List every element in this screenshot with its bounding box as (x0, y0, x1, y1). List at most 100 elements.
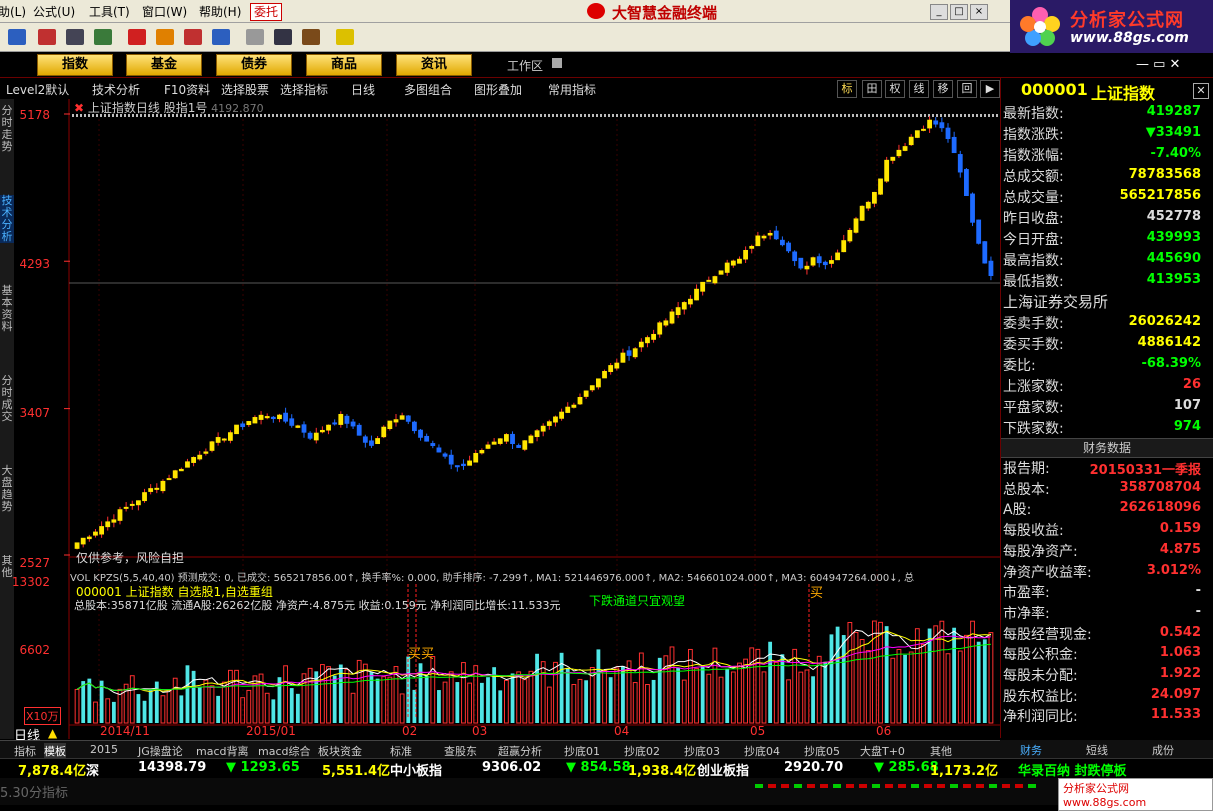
indicator-tab[interactable]: 指标 (14, 743, 36, 759)
indicator-tab[interactable]: 超赢分析 (498, 743, 542, 759)
vtab-market-trend[interactable]: 大盘趋势 (0, 465, 14, 513)
kline-chart[interactable]: ✖ 上证指数日线 股指1号 4192.870 5178 4293 3407 25… (12, 99, 1000, 744)
chart-svg (14, 99, 1000, 739)
ticker-item: 中小板指 (390, 764, 443, 779)
tool-icon[interactable] (94, 29, 112, 45)
trade-icon[interactable] (212, 29, 230, 45)
indicator-tab[interactable]: 抄底03 (684, 743, 720, 759)
indicator-tab[interactable]: 其他 (930, 743, 952, 759)
candle-body (350, 421, 356, 427)
candle-body (473, 452, 479, 463)
indicator-tab[interactable]: macd背离 (196, 743, 249, 759)
restore-icon[interactable]: □ (950, 4, 968, 20)
indicator-tab[interactable]: 抄底02 (624, 743, 660, 759)
header-dot (816, 114, 818, 117)
grid-button[interactable]: 田 (862, 80, 882, 98)
back-button[interactable]: 回 (957, 80, 977, 98)
candle-body (779, 239, 785, 246)
minimize-icon[interactable]: _ (930, 4, 948, 20)
indicator-tab[interactable]: 抄底05 (804, 743, 840, 759)
help-pointer-icon[interactable] (336, 29, 354, 45)
right-panel-tabs: 财务 短线 成份 (1000, 740, 1213, 758)
move-button[interactable]: 移 (933, 80, 953, 98)
indicator-tab[interactable]: 大盘T+0 (860, 743, 905, 759)
mark-button[interactable]: 标 (837, 80, 857, 98)
overlay-menu[interactable]: 图形叠加 (474, 81, 522, 98)
candle-body (338, 413, 344, 425)
rtab-components[interactable]: 成份 (1152, 742, 1174, 758)
candle-body (99, 526, 105, 535)
volume-bar (179, 695, 184, 723)
menu-item-formula[interactable]: 公式(U) (33, 3, 75, 20)
header-dot (692, 114, 694, 117)
print-icon[interactable] (246, 29, 264, 45)
tab-index[interactable]: 指数 (37, 54, 113, 76)
ticker-item: 创业板指 (697, 764, 750, 779)
indicator-tab[interactable]: macd综合 (258, 743, 311, 759)
select-indicator-menu[interactable]: 选择指标 (280, 81, 328, 98)
indicator-tab[interactable]: 2015 (90, 743, 118, 756)
level2-default-menu[interactable]: Level2默认 (6, 81, 69, 98)
tab-bond[interactable]: 债券 (216, 54, 292, 76)
window-layout-icon[interactable] (274, 29, 292, 45)
vtab-tech-analysis[interactable]: 技术分析 (0, 195, 14, 243)
header-dot (820, 114, 822, 117)
line-button[interactable]: 线 (909, 80, 929, 98)
indicator-tab[interactable]: 抄底04 (744, 743, 780, 759)
f10-menu[interactable]: F10资料 (164, 81, 210, 98)
indicator-tab[interactable]: JG操盘论 (138, 743, 183, 759)
workarea-menu[interactable]: 工作区 (507, 57, 543, 74)
indicator-tab[interactable]: 标准 (390, 743, 412, 759)
diamond-icon[interactable] (156, 29, 174, 45)
rights-button[interactable]: 权 (885, 80, 905, 98)
vol-label-mid: 6602 (19, 643, 50, 657)
close-icon[interactable]: × (970, 4, 988, 20)
menu-item-help-partial[interactable]: 助(L) (0, 3, 26, 20)
volume-bar (952, 627, 957, 723)
indicator-tab[interactable]: 抄底01 (564, 743, 600, 759)
tech-analysis-menu[interactable]: 技术分析 (92, 81, 140, 98)
window-buttons[interactable]: — ▭ ✕ (1136, 57, 1180, 72)
trust-button[interactable]: 委托 (250, 3, 282, 21)
rtab-finance[interactable]: 财务 (1020, 742, 1042, 758)
panel-close-icon[interactable]: ✕ (1193, 83, 1209, 99)
common-indicator-menu[interactable]: 常用指标 (548, 81, 596, 98)
volume-bar (841, 635, 846, 723)
tab-news[interactable]: 资讯 (396, 54, 472, 76)
header-dot (460, 114, 462, 117)
rtab-short[interactable]: 短线 (1086, 742, 1108, 758)
menu-item-tools[interactable]: 工具(T) (89, 3, 130, 20)
grid-icon[interactable] (38, 29, 56, 45)
menu-item-help[interactable]: 帮助(H) (199, 3, 241, 20)
indicator-tab[interactable]: 板块资金 (318, 743, 362, 759)
play-button[interactable]: ▶ (980, 80, 1000, 98)
indicator-tab[interactable]: 模板 (44, 743, 66, 759)
finance-value: - (1195, 603, 1201, 619)
volume-bar (565, 668, 570, 723)
header-dot (964, 114, 966, 117)
books-icon[interactable] (302, 29, 320, 45)
period-menu[interactable]: 日线 (351, 81, 375, 98)
tab-commodity[interactable]: 商品 (306, 54, 382, 76)
menu-item-window[interactable]: 窗口(W) (142, 3, 187, 20)
finance-label: A股: (1003, 502, 1032, 519)
tab-fund[interactable]: 基金 (126, 54, 202, 76)
chart-close-icon[interactable]: ✖ (74, 101, 84, 115)
screen-icon[interactable] (8, 29, 26, 45)
finance-value: 358708704 (1119, 479, 1201, 495)
volume-bar (332, 675, 337, 723)
money-icon[interactable] (184, 29, 202, 45)
vtab-basic-info[interactable]: 基本资料 (0, 285, 14, 333)
multi-chart-menu[interactable]: 多图组合 (404, 81, 452, 98)
candle-body (908, 136, 914, 146)
header-dot (836, 114, 838, 117)
header-dot (508, 114, 510, 117)
period-arrow-icon[interactable]: ▲ (48, 726, 57, 740)
header-dot (592, 114, 594, 117)
select-stock-menu[interactable]: 选择股票 (221, 81, 269, 98)
indicator-tab[interactable]: 查股东 (444, 743, 477, 759)
candle-body (871, 191, 877, 204)
binoculars-icon[interactable] (66, 29, 84, 45)
workarea-dropdown-icon[interactable] (552, 58, 562, 68)
news-icon[interactable] (128, 29, 146, 45)
